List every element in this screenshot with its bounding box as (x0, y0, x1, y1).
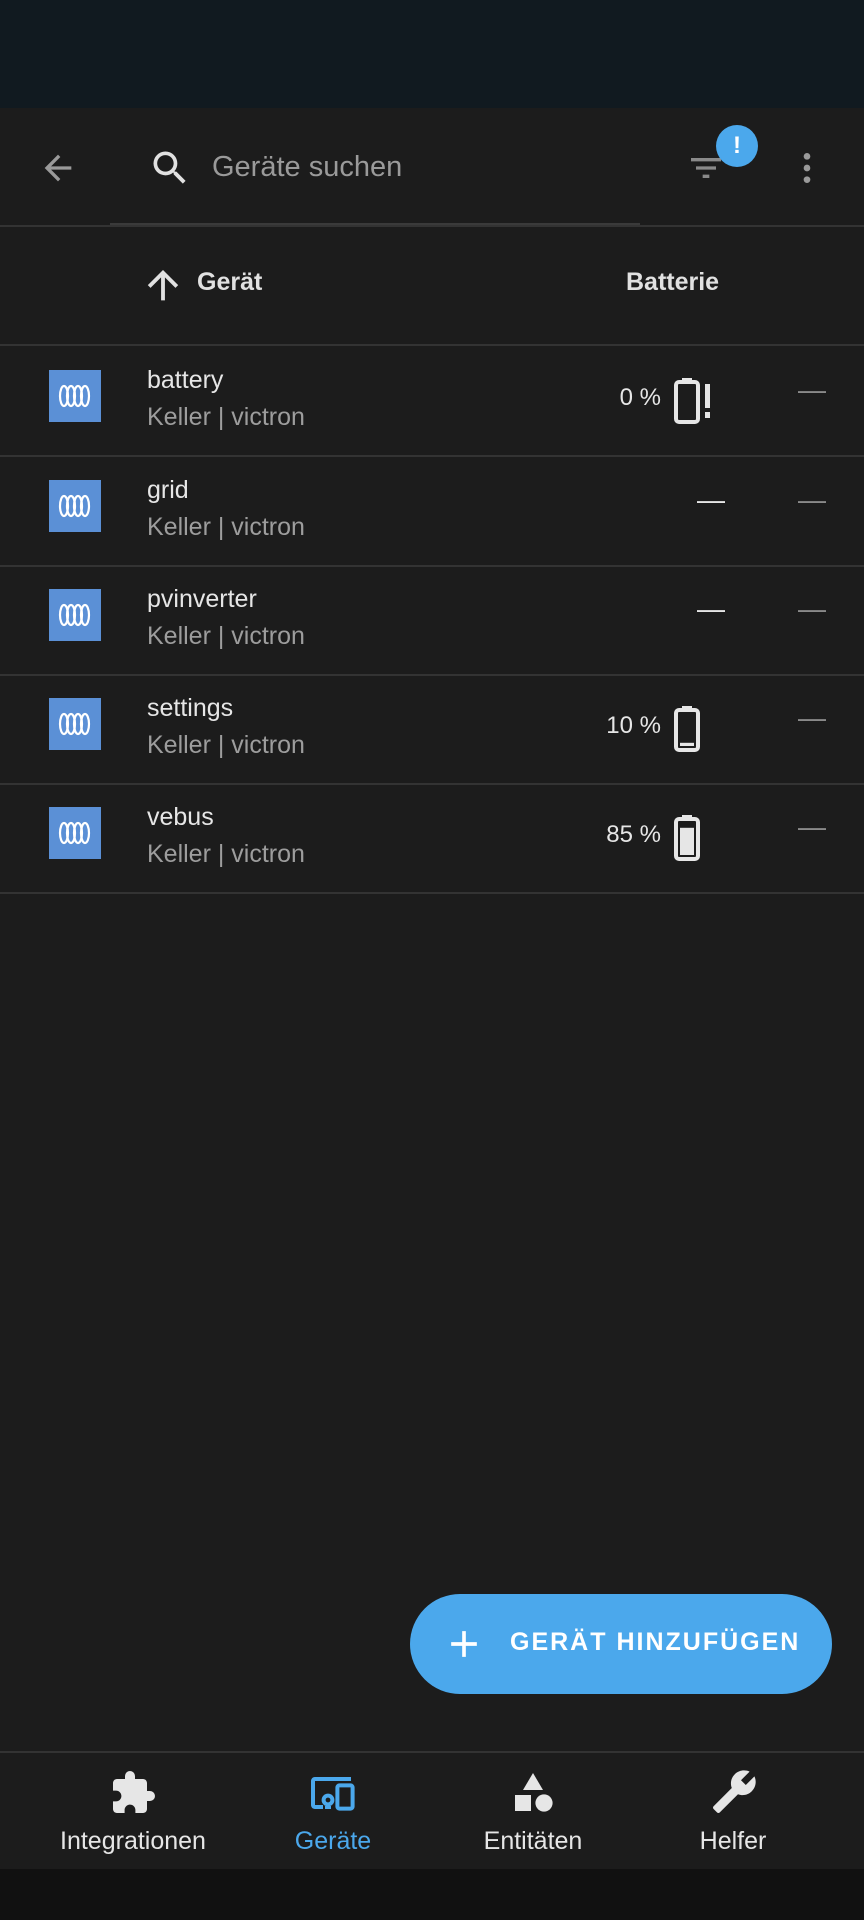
search-input[interactable] (210, 140, 634, 194)
device-name: pvinverter (147, 585, 257, 613)
arrow-left-icon (44, 154, 72, 182)
battery-value-empty: — (697, 593, 725, 624)
battery-percentage: 10 % (606, 712, 661, 739)
device-area: Keller | victron (147, 731, 305, 759)
more-options-button[interactable] (775, 136, 839, 200)
device-area: Keller | victron (147, 622, 305, 650)
battery-value-empty: — (697, 484, 725, 515)
battery-percentage: 0 % (619, 384, 661, 411)
nav-item-helfer[interactable]: Helfer (633, 1753, 833, 1871)
row-extra-value: — (798, 702, 826, 733)
nav-item-entitaeten[interactable]: Entitäten (433, 1753, 633, 1871)
nav-label: Helfer (699, 1827, 767, 1855)
device-name: vebus (147, 803, 214, 831)
table-row[interactable]: pvinverter Keller | victron — — (0, 565, 864, 676)
nav-item-geraete[interactable]: Geräte (233, 1753, 433, 1871)
puzzle-icon (113, 1771, 155, 1813)
victron-logo-icon (49, 698, 101, 750)
device-name: grid (147, 476, 189, 504)
table-row[interactable]: battery Keller | victron 0 % — (0, 346, 864, 457)
devices-icon (311, 1777, 355, 1811)
status-bar (0, 0, 864, 108)
row-extra-value: — (798, 811, 826, 842)
add-device-label: GERÄT HINZUFÜGEN (510, 1628, 801, 1656)
device-name: settings (147, 694, 234, 722)
table-row[interactable]: grid Keller | victron — — (0, 456, 864, 567)
bottom-navigation: Integrationen Geräte Entitäten Helfer (0, 1751, 864, 1871)
victron-logo-icon (49, 480, 101, 532)
table-row[interactable]: vebus Keller | victron 85 % — (0, 783, 864, 894)
shapes-icon (515, 1773, 553, 1812)
more-vertical-icon (803, 153, 811, 183)
row-extra-value: — (798, 484, 826, 515)
battery-low-icon (674, 706, 700, 752)
nav-label: Geräte (294, 1827, 372, 1855)
device-area: Keller | victron (147, 403, 305, 431)
battery-high-icon (674, 815, 700, 861)
device-area: Keller | victron (147, 513, 305, 541)
table-header (0, 227, 864, 345)
column-header-battery[interactable]: Batterie (626, 268, 719, 297)
search-icon (138, 136, 202, 200)
battery-alert-icon (674, 378, 710, 424)
tools-icon (713, 1770, 756, 1813)
nav-label: Entitäten (483, 1827, 583, 1855)
filter-badge: ! (716, 125, 758, 167)
sort-ascending-icon[interactable] (140, 262, 186, 308)
row-extra-value: — (798, 374, 826, 405)
system-navigation-bar (0, 1869, 864, 1920)
nav-item-integrationen[interactable]: Integrationen (33, 1753, 233, 1871)
plus-icon (451, 1631, 477, 1657)
victron-logo-icon (49, 807, 101, 859)
back-button[interactable] (26, 136, 90, 200)
victron-logo-icon (49, 370, 101, 422)
device-name: battery (147, 366, 224, 394)
victron-logo-icon (49, 589, 101, 641)
nav-label: Integrationen (60, 1827, 206, 1855)
battery-percentage: 85 % (606, 821, 661, 848)
table-row[interactable]: settings Keller | victron 10 % — (0, 674, 864, 785)
device-area: Keller | victron (147, 840, 305, 868)
row-extra-value: — (798, 593, 826, 624)
add-device-button[interactable]: GERÄT HINZUFÜGEN (410, 1594, 832, 1694)
column-header-device[interactable]: Gerät (197, 268, 262, 297)
